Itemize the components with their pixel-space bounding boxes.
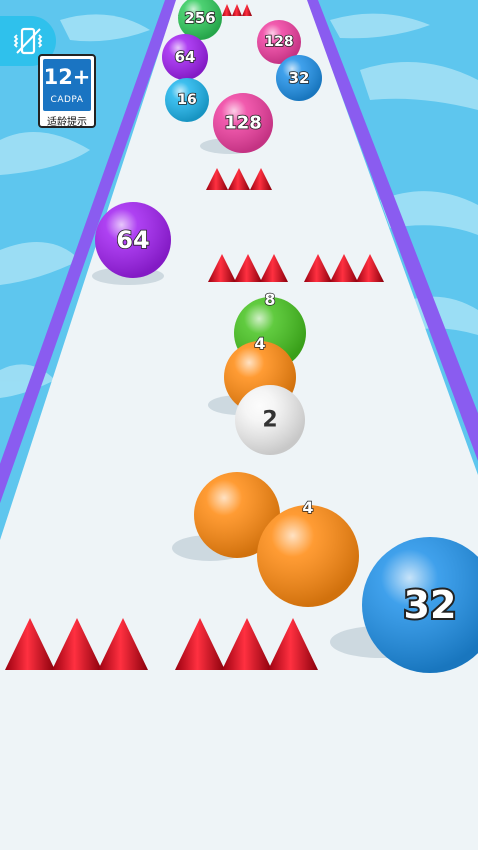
ball-number: 256 — [184, 9, 215, 27]
number-ball: 64 — [95, 202, 171, 278]
age-rating-org: CADPA — [50, 95, 84, 105]
number-ball: 2 — [235, 385, 305, 455]
age-rating-note: 适龄提示 — [47, 117, 87, 128]
ball-number: 128 — [264, 34, 293, 50]
number-ball: 64 — [162, 34, 208, 80]
ball-shine — [257, 505, 359, 607]
number-ball: 32 — [276, 55, 322, 101]
ball-number: 32 — [404, 583, 457, 627]
ball-number: 8 — [264, 290, 275, 309]
number-ball: 128 — [213, 93, 273, 153]
ball-number: 32 — [289, 69, 310, 87]
ball-number: 16 — [177, 92, 196, 108]
ball-number: 4 — [254, 334, 265, 353]
age-rating-box: 12+ CADPA — [43, 59, 91, 111]
ball-number: 64 — [175, 48, 196, 66]
ball-number: 4 — [302, 498, 313, 517]
number-ball: 16 — [165, 78, 209, 122]
age-rating-badge: 12+ CADPA 适龄提示 — [38, 54, 96, 128]
ball-number: 128 — [224, 113, 262, 134]
ball-number: 2 — [262, 408, 277, 433]
vibration-phone-icon — [13, 27, 43, 55]
age-rating-number: 12+ — [43, 65, 91, 89]
ball-number: 64 — [116, 226, 149, 254]
